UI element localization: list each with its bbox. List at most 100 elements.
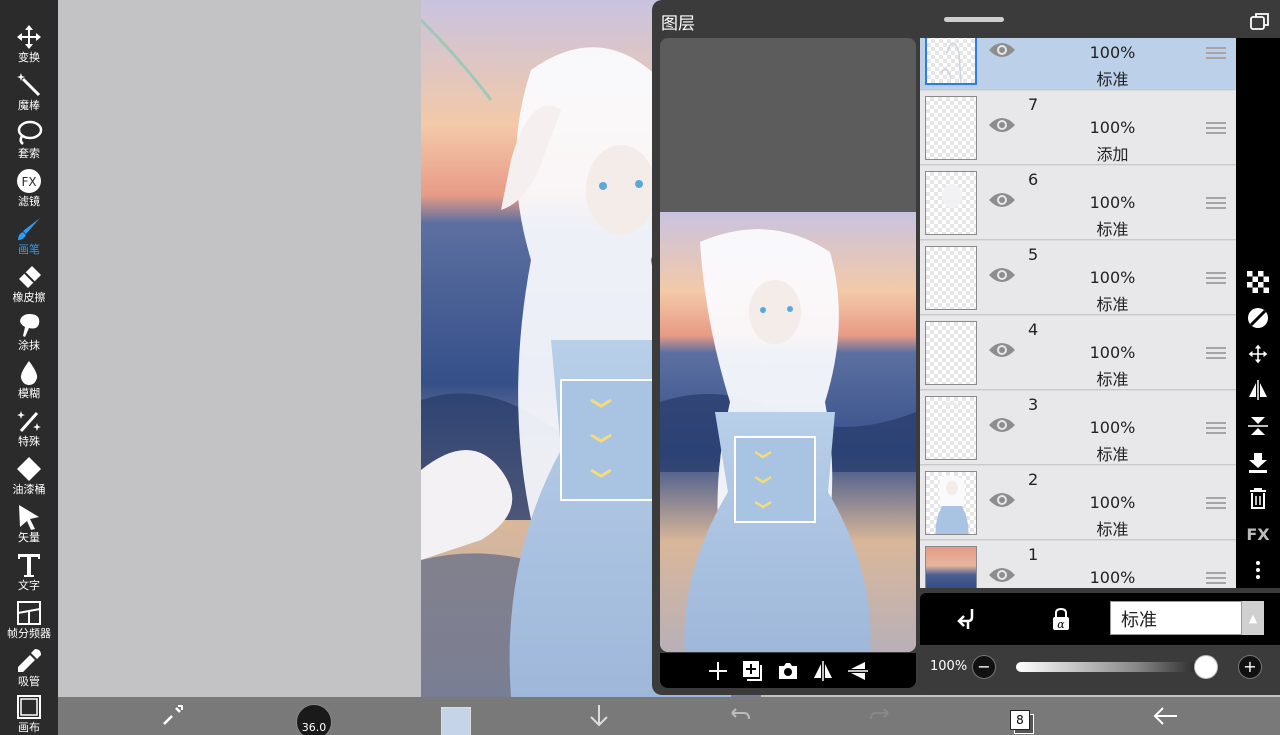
tool-text[interactable]: 文字 — [0, 548, 58, 596]
dropdown-arrow-icon[interactable]: ▲ — [1242, 601, 1264, 635]
layer-row-1[interactable]: 1 100% 标准 — [920, 541, 1236, 588]
drag-handle-icon[interactable] — [1206, 346, 1226, 360]
blend-mode-select[interactable]: 标准 — [1110, 601, 1242, 635]
tool-frame-divider[interactable]: 帧分频器 — [0, 596, 58, 644]
tool-blur[interactable]: 模糊 — [0, 356, 58, 404]
eye-icon[interactable] — [988, 415, 1016, 435]
delete-layer-button[interactable] — [1246, 486, 1270, 510]
flip-layer-vertical-button[interactable] — [846, 659, 870, 683]
canvas-icon — [14, 692, 44, 722]
drag-handle-icon[interactable] — [1206, 46, 1226, 60]
layer-fx-button[interactable]: FX — [1246, 522, 1270, 546]
undo-button[interactable] — [724, 697, 754, 735]
layer-number: 4 — [1028, 320, 1039, 339]
tool-vector[interactable]: 矢量 — [0, 500, 58, 548]
redo-button[interactable] — [866, 697, 896, 735]
tool-special[interactable]: 特殊 — [0, 404, 58, 452]
brush-swap-button[interactable] — [154, 697, 190, 735]
magic-wand-icon — [14, 70, 44, 100]
tool-label: 画布 — [18, 721, 40, 734]
frame-divider-icon — [14, 598, 44, 628]
eye-icon[interactable] — [988, 115, 1016, 135]
flip-horizontal-button[interactable] — [1246, 378, 1270, 402]
tool-fill[interactable]: 油漆桶 — [0, 452, 58, 500]
brush-icon — [14, 214, 44, 244]
layer-row-4[interactable]: 4 100% 标准 — [920, 316, 1236, 390]
layer-number: 7 — [1028, 95, 1039, 114]
sparkle-wand-icon — [14, 406, 44, 436]
layer-blend-mode: 标准 — [1096, 370, 1129, 389]
drag-handle-icon[interactable] — [1206, 121, 1226, 135]
tool-label: 文字 — [18, 579, 40, 592]
svg-text:α: α — [1057, 618, 1065, 631]
layer-thumbnail — [925, 96, 977, 160]
layer-row-6[interactable]: 6 100% 标准 — [920, 166, 1236, 240]
plus-icon — [708, 661, 727, 680]
layer-blend-mode: 标准 — [1096, 220, 1129, 239]
panel-drag-handle[interactable] — [944, 17, 1004, 22]
layers-stack-icon: 8 — [1010, 710, 1036, 735]
drag-handle-icon[interactable] — [1206, 571, 1226, 585]
brush-size-button[interactable]: 36.0 — [294, 697, 334, 735]
opacity-slider[interactable] — [1016, 662, 1216, 672]
drag-handle-icon[interactable] — [1206, 496, 1226, 510]
tool-filter[interactable]: FX 滤镜 — [0, 164, 58, 212]
camera-button[interactable] — [776, 659, 800, 683]
layer-more-button[interactable] — [1246, 558, 1270, 582]
clipping-icon[interactable] — [954, 607, 980, 631]
layer-blend-mode: 标准 — [1096, 70, 1129, 89]
merge-down-button[interactable] — [1246, 450, 1270, 474]
eye-icon[interactable] — [988, 265, 1016, 285]
layer-blend-mode: 标准 — [1096, 295, 1129, 314]
transparent-fill-button[interactable] — [1246, 270, 1270, 294]
add-layer-button[interactable] — [706, 659, 730, 683]
layer-list[interactable]: 8 100% 标准 7 100% 添加 6 100% 标准 — [920, 38, 1236, 588]
tool-lasso[interactable]: 套索 — [0, 116, 58, 164]
drag-handle-icon[interactable] — [1206, 421, 1226, 435]
eye-icon[interactable] — [988, 190, 1016, 210]
move-layer-button[interactable] — [1246, 342, 1270, 366]
layer-row-8[interactable]: 8 100% 标准 — [920, 38, 1236, 90]
layer-number: 5 — [1028, 245, 1039, 264]
opacity-slider-knob[interactable] — [1194, 655, 1218, 679]
flip-vertical-button[interactable] — [1246, 414, 1270, 438]
window-restore-icon[interactable] — [1250, 12, 1270, 30]
drag-handle-icon[interactable] — [1206, 271, 1226, 285]
eye-icon[interactable] — [988, 490, 1016, 510]
opacity-plus-button[interactable]: + — [1238, 655, 1262, 679]
more-vertical-icon — [1256, 561, 1260, 579]
alpha-lock-icon[interactable]: α — [1048, 607, 1074, 631]
opacity-label: 100% — [930, 659, 968, 674]
layer-row-5[interactable]: 5 100% 标准 — [920, 241, 1236, 315]
back-button[interactable] — [1148, 697, 1182, 735]
color-swatch-button[interactable] — [440, 697, 472, 735]
download-button[interactable] — [584, 697, 614, 735]
eye-icon[interactable] — [988, 340, 1016, 360]
tool-smudge[interactable]: 涂抹 — [0, 308, 58, 356]
eye-icon[interactable] — [988, 565, 1016, 585]
tool-brush[interactable]: 画笔 — [0, 212, 58, 260]
layer-thumbnail — [925, 321, 977, 385]
tool-label: 变换 — [18, 51, 40, 64]
tool-transform[interactable]: 变换 — [0, 20, 58, 68]
redo-icon — [870, 708, 889, 720]
flip-layer-horizontal-button[interactable] — [811, 659, 835, 683]
tool-eraser[interactable]: 橡皮擦 — [0, 260, 58, 308]
drag-handle-icon[interactable] — [1206, 196, 1226, 210]
layer-row-7[interactable]: 7 100% 添加 — [920, 91, 1236, 165]
layer-row-3[interactable]: 3 100% 标准 — [920, 391, 1236, 465]
tool-eyedropper[interactable]: 吸管 — [0, 644, 58, 692]
layer-blend-mode: 标准 — [1096, 520, 1129, 539]
layer-row-2[interactable]: 2 100% 标准 — [920, 466, 1236, 540]
tool-magic-wand[interactable]: 魔棒 — [0, 68, 58, 116]
duplicate-layer-button[interactable] — [741, 659, 765, 683]
layer-thumbnail — [925, 546, 977, 588]
tool-canvas[interactable]: 画布 — [0, 690, 58, 735]
move-arrows-icon — [14, 22, 44, 52]
invert-button[interactable] — [1246, 306, 1270, 330]
layer-count-button[interactable]: 8 — [1006, 697, 1040, 735]
eye-icon[interactable] — [988, 40, 1016, 60]
opacity-minus-button[interactable]: − — [972, 655, 996, 679]
tool-label: 油漆桶 — [12, 483, 46, 496]
layer-opacity: 100% — [1089, 193, 1136, 212]
